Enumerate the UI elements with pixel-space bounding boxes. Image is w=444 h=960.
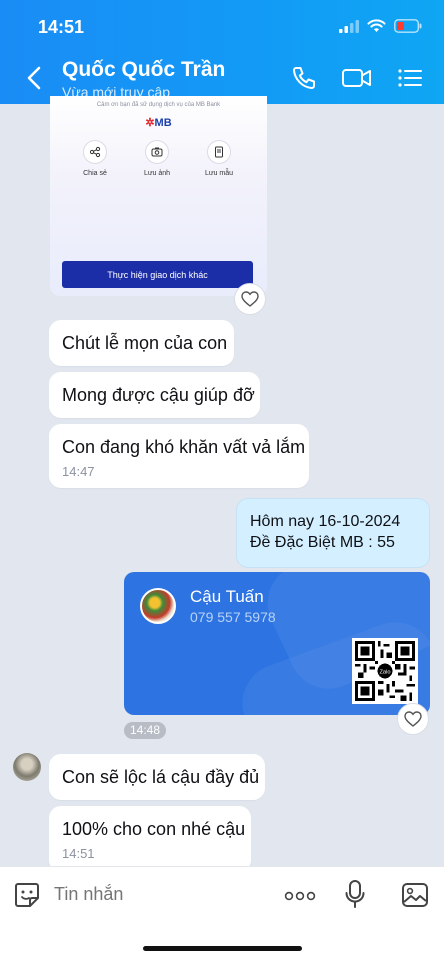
gallery-button[interactable]	[401, 881, 429, 914]
sender-avatar[interactable]	[13, 753, 41, 781]
react-heart-button[interactable]	[397, 703, 429, 735]
heart-icon	[404, 711, 422, 727]
receipt-save-template-action[interactable]: Lưu mẫu	[194, 140, 244, 177]
receipt-save-image-action[interactable]: Lưu ảnh	[132, 140, 182, 177]
message-time: 14:51	[62, 846, 95, 861]
react-heart-button[interactable]	[234, 283, 266, 315]
voice-message-button[interactable]	[344, 879, 366, 914]
message-composer	[0, 866, 444, 960]
microphone-icon	[345, 880, 365, 908]
signal-icon	[339, 19, 359, 33]
chat-header: 14:51 Quốc Quốc Trần Vừa mới truy cập	[0, 0, 444, 104]
back-button[interactable]	[22, 62, 46, 94]
receipt-share-action[interactable]: Chia sẻ	[70, 140, 120, 177]
list-menu-icon	[398, 69, 422, 87]
contact-name[interactable]: Quốc Quốc Trần	[62, 58, 225, 82]
message-bubble[interactable]: Mong được cậu giúp đỡ	[49, 372, 260, 418]
template-icon	[215, 146, 223, 158]
message-text: 100% cho con nhé cậu	[62, 819, 246, 839]
menu-button[interactable]	[396, 64, 424, 92]
voice-call-button[interactable]	[290, 64, 318, 92]
home-indicator	[143, 946, 302, 951]
phone-icon	[293, 67, 315, 89]
wifi-icon	[367, 19, 386, 32]
bank-receipt-image[interactable]: Cảm ơn bạn đã sử dụng dịch vụ của MB Ban…	[50, 96, 267, 296]
message-text: Mong được cậu giúp đỡ	[62, 385, 255, 405]
sticker-icon	[15, 883, 39, 907]
video-camera-icon	[342, 69, 371, 87]
message-text: Hôm nay 16-10-2024	[250, 513, 401, 530]
message-time: 14:47	[62, 464, 95, 479]
mb-logo: ✲MB	[145, 117, 172, 129]
new-transaction-button[interactable]: Thực hiện giao dịch khác	[62, 261, 253, 288]
message-text: Con đang khó khăn vất vả lắm	[62, 437, 306, 457]
message-time-chip: 14:48	[124, 722, 167, 739]
more-dots-icon	[284, 891, 316, 901]
qr-code-graphic: Zalo	[355, 641, 415, 701]
message-input[interactable]	[54, 884, 254, 905]
contact-card-name: Cậu Tuấn	[190, 587, 264, 606]
outgoing-message-bubble[interactable]: Hôm nay 16-10-2024 Đề Đặc Biệt MB : 55	[236, 498, 430, 568]
message-text: Chút lễ mọn của con	[62, 333, 228, 353]
status-icons	[339, 19, 422, 33]
image-icon	[402, 883, 428, 907]
share-icon	[89, 146, 101, 158]
contact-avatar	[140, 588, 176, 624]
camera-icon	[151, 147, 163, 157]
more-options-button[interactable]	[284, 889, 316, 907]
message-bubble[interactable]: 100% cho con nhé cậu 14:51	[49, 806, 251, 872]
contact-card[interactable]: Cậu Tuấn 079 557 5978 Zalo	[124, 572, 430, 715]
status-time: 14:51	[38, 17, 85, 37]
battery-icon	[394, 19, 422, 33]
message-bubble[interactable]: Con sẽ lộc lá cậu đầy đủ	[49, 754, 265, 800]
video-call-button[interactable]	[341, 64, 373, 92]
message-text: Đề Đặc Biệt MB : 55	[250, 534, 395, 551]
contact-card-phone: 079 557 5978	[190, 609, 276, 625]
sticker-button[interactable]	[13, 881, 41, 914]
chevron-left-icon	[27, 66, 41, 90]
message-bubble[interactable]: Con đang khó khăn vất vả lắm 14:47	[49, 424, 309, 488]
message-bubble[interactable]: Chút lễ mọn của con	[49, 320, 234, 366]
svg-text:Zalo: Zalo	[379, 670, 390, 676]
qr-code[interactable]: Zalo	[352, 638, 418, 704]
receipt-thanks-text: Cảm ơn bạn đã sử dụng dịch vụ của MB Ban…	[96, 102, 221, 108]
message-text: Con sẽ lộc lá cậu đầy đủ	[62, 767, 260, 787]
heart-icon	[241, 291, 259, 307]
